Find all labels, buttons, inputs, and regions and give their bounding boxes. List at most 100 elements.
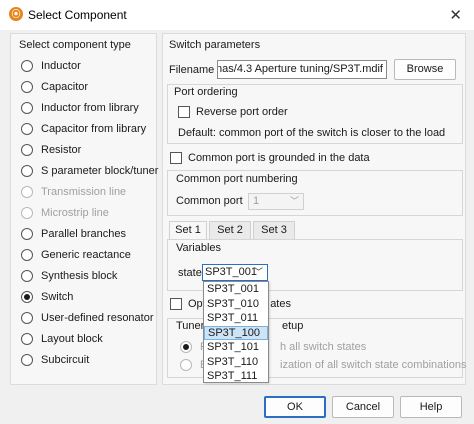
- component-type-option: Microstrip line: [21, 204, 109, 222]
- component-type-label: Resistor: [41, 144, 82, 156]
- component-type-radio[interactable]: [21, 102, 33, 114]
- common-port-label: Common port: [176, 195, 243, 207]
- component-type-label: Switch: [41, 291, 74, 303]
- state-option[interactable]: SP3T_010: [204, 297, 268, 312]
- component-type-label: Synthesis block: [41, 270, 118, 282]
- component-type-panel: Select component type Inductor Capacitor I…: [10, 33, 158, 385]
- chevron-down-icon: ﹀: [289, 196, 299, 206]
- component-type-radio[interactable]: [21, 144, 33, 156]
- port-ordering-heading: Port ordering: [174, 86, 238, 98]
- state-value: SP3T_001: [205, 266, 257, 278]
- state-option[interactable]: SP3T_011: [204, 311, 268, 326]
- component-type-option[interactable]: Resistor: [21, 141, 81, 159]
- component-type-option[interactable]: Capacitor: [21, 78, 88, 96]
- tab-set-3[interactable]: Set 3: [253, 221, 295, 239]
- component-type-option[interactable]: Layout block: [21, 330, 103, 348]
- filename-input[interactable]: tennas/4.3 Aperture tuning/SP3T.mdif: [217, 60, 387, 79]
- tab-set-2[interactable]: Set 2: [209, 221, 251, 239]
- component-type-label: Inductor from library: [41, 102, 139, 114]
- component-type-option[interactable]: Parallel branches: [21, 225, 126, 243]
- state-option[interactable]: SP3T_111: [204, 369, 268, 384]
- component-type-option[interactable]: S parameter block/tuner: [21, 162, 158, 180]
- state-option[interactable]: SP3T_110: [204, 355, 268, 370]
- component-type-label: Capacitor: [41, 81, 89, 93]
- component-type-radio: [21, 186, 33, 198]
- app-logo-icon: ⦿: [9, 7, 23, 21]
- component-type-radio[interactable]: [21, 228, 33, 240]
- cancel-button[interactable]: Cancel: [332, 396, 394, 418]
- tuner-fast-radio[interactable]: [180, 341, 192, 353]
- common-port-numbering-group: Common port numbering Common port 1 ﹀: [167, 170, 463, 216]
- filename-value: tennas/4.3 Aperture tuning/SP3T.mdif: [217, 63, 383, 75]
- state-option[interactable]: SP3T_100: [204, 325, 268, 340]
- component-type-radio[interactable]: [21, 249, 33, 261]
- component-type-radio[interactable]: [21, 312, 33, 324]
- component-type-radio[interactable]: [21, 291, 33, 303]
- component-type-option: Transmission line: [21, 183, 126, 201]
- component-type-option[interactable]: Generic reactance: [21, 246, 131, 264]
- state-select[interactable]: SP3T_001 ﹀: [202, 264, 268, 281]
- component-type-option[interactable]: User-defined resonator: [21, 309, 154, 327]
- state-dropdown-list: SP3T_001 SP3T_010 SP3T_011 SP3T_100 SP3T_101…: [203, 281, 269, 383]
- reverse-port-order-row[interactable]: Reverse port order: [178, 106, 288, 118]
- component-type-radio: [21, 207, 33, 219]
- window-title: Select Component: [28, 8, 127, 22]
- component-type-radio[interactable]: [21, 165, 33, 177]
- component-type-option[interactable]: Synthesis block: [21, 267, 117, 285]
- component-type-label: Parallel branches: [41, 228, 126, 240]
- component-type-label: Microstrip line: [41, 207, 109, 219]
- component-type-radio[interactable]: [21, 60, 33, 72]
- common-grounded-row[interactable]: Common port is grounded in the data: [170, 152, 370, 164]
- select-component-dialog: ⦿ Select Component ✕ Select component ty…: [0, 0, 474, 424]
- component-type-label: Subcircuit: [41, 354, 90, 366]
- tuner-option1-right: h all switch states: [280, 341, 367, 353]
- help-button[interactable]: Help: [400, 396, 462, 418]
- filename-label: Filename: [169, 64, 215, 76]
- component-type-radio[interactable]: [21, 354, 33, 366]
- switch-parameters-heading: Switch parameters: [169, 39, 261, 51]
- common-port-select[interactable]: 1 ﹀: [248, 193, 304, 210]
- ok-button[interactable]: OK: [264, 396, 326, 418]
- tuner-exhaustive-radio[interactable]: [180, 359, 192, 371]
- component-type-radio[interactable]: [21, 333, 33, 345]
- component-type-option[interactable]: Inductor from library: [21, 99, 139, 117]
- browse-button[interactable]: Browse: [394, 59, 456, 80]
- reverse-port-order-label: Reverse port order: [196, 106, 288, 118]
- component-type-label: Capacitor from library: [41, 123, 147, 135]
- state-option[interactable]: SP3T_001: [204, 282, 268, 297]
- component-type-radio[interactable]: [21, 270, 33, 282]
- state-label: state: [178, 267, 202, 279]
- reverse-port-order-checkbox[interactable]: [178, 106, 190, 118]
- common-grounded-checkbox[interactable]: [170, 152, 182, 164]
- title-bar: ⦿ Select Component ✕: [0, 0, 474, 30]
- component-type-option[interactable]: Capacitor from library: [21, 120, 146, 138]
- common-grounded-label: Common port is grounded in the data: [188, 152, 370, 164]
- dialog-body: Select component type Inductor Capacitor I…: [10, 33, 467, 418]
- component-type-label: User-defined resonator: [41, 312, 154, 324]
- tuner-option2-right: ization of all switch state combinations: [280, 359, 467, 371]
- optimize-label-right: ates: [270, 298, 291, 310]
- close-icon[interactable]: ✕: [449, 6, 462, 24]
- component-type-heading: Select component type: [19, 39, 131, 51]
- tuner-heading-left: Tuner: [176, 320, 205, 332]
- port-order-default-note: Default: common port of the switch is cl…: [178, 127, 446, 139]
- component-type-label: Layout block: [41, 333, 103, 345]
- tab-set-1[interactable]: Set 1: [169, 221, 207, 240]
- optimize-states-checkbox[interactable]: [170, 298, 182, 310]
- state-option[interactable]: SP3T_101: [204, 340, 268, 355]
- component-type-label: Inductor: [41, 60, 81, 72]
- tuner-heading-right: etup: [282, 320, 304, 332]
- component-type-option[interactable]: Switch: [21, 288, 73, 306]
- component-type-radio[interactable]: [21, 123, 33, 135]
- component-type-option[interactable]: Inductor: [21, 57, 81, 75]
- chevron-down-icon: ﹀: [253, 267, 263, 277]
- component-type-label: Generic reactance: [41, 249, 131, 261]
- component-type-radio[interactable]: [21, 81, 33, 93]
- common-port-value: 1: [253, 195, 260, 207]
- component-type-label: S parameter block/tuner: [41, 165, 159, 177]
- common-port-numbering-heading: Common port numbering: [176, 173, 298, 185]
- variables-heading: Variables: [176, 242, 222, 254]
- port-ordering-group: Port ordering Reverse port order Default…: [167, 84, 463, 144]
- component-type-label: Transmission line: [41, 186, 127, 198]
- component-type-option[interactable]: Subcircuit: [21, 351, 89, 369]
